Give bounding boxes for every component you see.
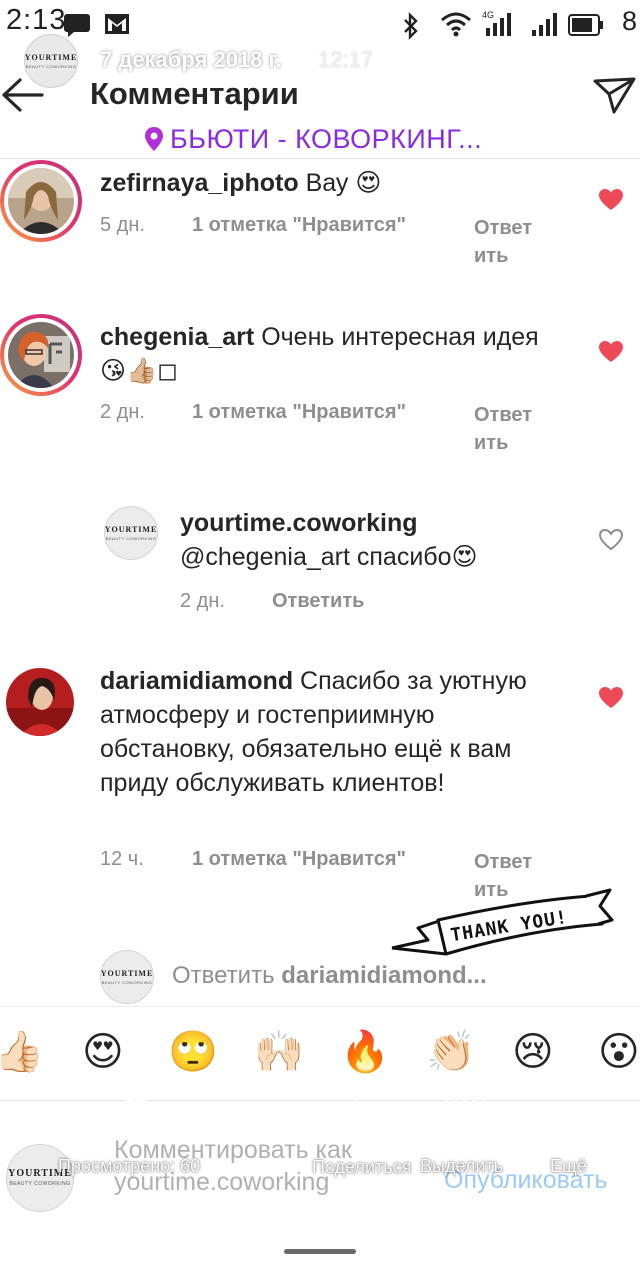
comment-avatar-dariamidiamond[interactable] [6, 668, 74, 736]
comment-likes[interactable]: 1 отметка "Нравится" [192, 214, 406, 237]
emoji-raised-hands[interactable]: 🙌🏻 [254, 1028, 304, 1076]
back-button[interactable] [0, 72, 50, 118]
emoji-eye-roll[interactable]: 🙄 [168, 1028, 218, 1076]
reply-label-line2: ить [474, 245, 509, 267]
highlight-button[interactable] [442, 1084, 488, 1135]
paper-plane-icon [593, 77, 636, 114]
heart-filled-icon [599, 189, 623, 210]
comment-username[interactable]: chegenia_art [100, 323, 254, 351]
comment-body: @chegenia_art спасибо😍 [180, 543, 478, 571]
viewers-count[interactable]: Просмотрено: 60 [58, 1156, 200, 1177]
comment-body: Вау 😍 [298, 169, 382, 197]
avatar-logo: YOURTIME [104, 524, 158, 534]
highlight-heart-icon [443, 1085, 487, 1129]
reply-prefix: Ответить [172, 962, 282, 989]
comment-avatar-zefirnaya[interactable] [0, 160, 82, 242]
highlight-label[interactable]: Выделить [420, 1156, 503, 1177]
share-story-button[interactable] [338, 1084, 374, 1135]
reply-label-line2: ить [474, 432, 509, 454]
comment-like-button[interactable] [598, 528, 624, 557]
battery-icon [568, 12, 614, 44]
heart-outline-icon [598, 528, 624, 551]
comment-username[interactable]: dariamidiamond [100, 667, 293, 695]
more-options-button[interactable] [562, 1090, 574, 1129]
page-title: Комментарии [90, 76, 299, 111]
avatar-logo-sub: BEAUTY COWORKING [25, 63, 77, 69]
reply-input[interactable]: Ответить dariamidiamond... [172, 962, 487, 990]
battery-percent: 8 [622, 6, 638, 36]
comment-text: yourtime.coworking @chegenia_art спасибо… [180, 506, 580, 574]
comment-like-button[interactable] [598, 340, 624, 369]
reply-avatar: YOURTIME BEAUTY COWORKING [100, 950, 154, 1004]
avatar-logo: YOURTIME [100, 968, 154, 978]
gesture-nav-handle[interactable] [284, 1249, 356, 1254]
avatar-logo: YOURTIME [24, 52, 78, 62]
emoji-heart-eyes[interactable]: 😍 [82, 1028, 124, 1076]
location-pin-icon [145, 127, 163, 151]
share-upload-icon [338, 1085, 374, 1130]
comment-avatar-yourtime[interactable]: YOURTIME BEAUTY COWORKING [104, 506, 158, 560]
reply-label-line1: Ответ [474, 851, 533, 873]
comment-reply-button[interactable]: Ответ ить [474, 401, 532, 457]
story-time: 12:17 [318, 47, 374, 72]
emoji-surprised[interactable]: 😮 [598, 1028, 640, 1076]
reply-label-line1: Ответ [474, 404, 533, 426]
reply-label-line1: Ответ [474, 217, 533, 239]
comment-text: zefirnaya_iphoto Вау 😍 [100, 166, 540, 200]
heart-filled-icon [599, 341, 623, 362]
avatar-logo-sub: BEAUTY COWORKING [101, 979, 153, 985]
comment-time: 2 дн. [180, 590, 225, 612]
reply-divider [0, 1006, 640, 1007]
comment-reply-button[interactable]: Ответить [272, 590, 364, 613]
comment-reply-button[interactable]: Ответ ить [474, 214, 532, 270]
signal-4g-icon: 4G [480, 8, 514, 44]
emoji-thumbs-up[interactable]: 👍🏻 [0, 1028, 44, 1076]
user-photo-icon [8, 168, 74, 234]
header-divider [0, 158, 640, 159]
reply-target-username: dariamidiamond... [281, 962, 487, 989]
comment-time: 2 дн. [100, 401, 145, 423]
wifi-icon [440, 12, 472, 44]
comment-username[interactable]: zefirnaya_iphoto [100, 169, 299, 197]
svg-text:4G: 4G [482, 10, 494, 20]
composer-avatar: YOURTIME BEAUTY COWORKING [6, 1144, 74, 1212]
comment-likes[interactable]: 1 отметка "Нравится" [192, 848, 406, 871]
eye-icon [113, 1097, 159, 1122]
emoji-crying[interactable]: 😢 [512, 1028, 554, 1076]
more-dots-icon [565, 1092, 571, 1122]
avatar-logo-sub: BEAUTY COWORKING [105, 535, 157, 541]
emoji-clapping[interactable]: 👏🏻 [426, 1028, 476, 1076]
signal-icon [528, 10, 562, 44]
location-sticker[interactable]: БЬЮТИ - КОВОРКИНГ... [136, 116, 560, 162]
emoji-fire[interactable]: 🔥 [340, 1028, 390, 1076]
comment-like-button[interactable] [598, 686, 624, 715]
user-photo-icon [8, 322, 74, 388]
comment-username[interactable]: yourtime.coworking [180, 506, 580, 540]
gmail-notification-icon [104, 12, 130, 42]
story-date: 7 декабря 2018 г. [100, 47, 282, 72]
share-story-label[interactable]: Поделиться [312, 1156, 411, 1178]
status-time: 2:13 [6, 4, 67, 36]
location-name: БЬЮТИ - КОВОРКИНГ... [170, 123, 483, 154]
comment-time: 5 дн. [100, 214, 145, 236]
comment-avatar-chegenia[interactable] [0, 314, 82, 396]
comment-text: chegenia_art Очень интересная идея 😘👍🏼◻ [100, 320, 540, 388]
user-photo-icon [6, 668, 74, 736]
comment-likes[interactable]: 1 отметка "Нравится" [192, 401, 406, 424]
heart-filled-icon [599, 687, 623, 708]
back-arrow-icon [2, 78, 44, 112]
viewers-button[interactable] [112, 1088, 160, 1133]
bottom-divider [0, 1100, 640, 1101]
comment-like-button[interactable] [598, 188, 624, 217]
comment-text: dariamidiamond Спасибо за уютную атмосфе… [100, 664, 540, 800]
direct-share-button[interactable] [592, 72, 638, 118]
thank-you-sticker: THANK YOU! [388, 884, 614, 968]
more-options-label[interactable]: Ещё [550, 1156, 587, 1177]
comment-time: 12 ч. [100, 848, 144, 870]
bluetooth-icon [402, 12, 420, 46]
avatar-logo-sub: BEAUTY COWORKING [9, 1181, 71, 1187]
